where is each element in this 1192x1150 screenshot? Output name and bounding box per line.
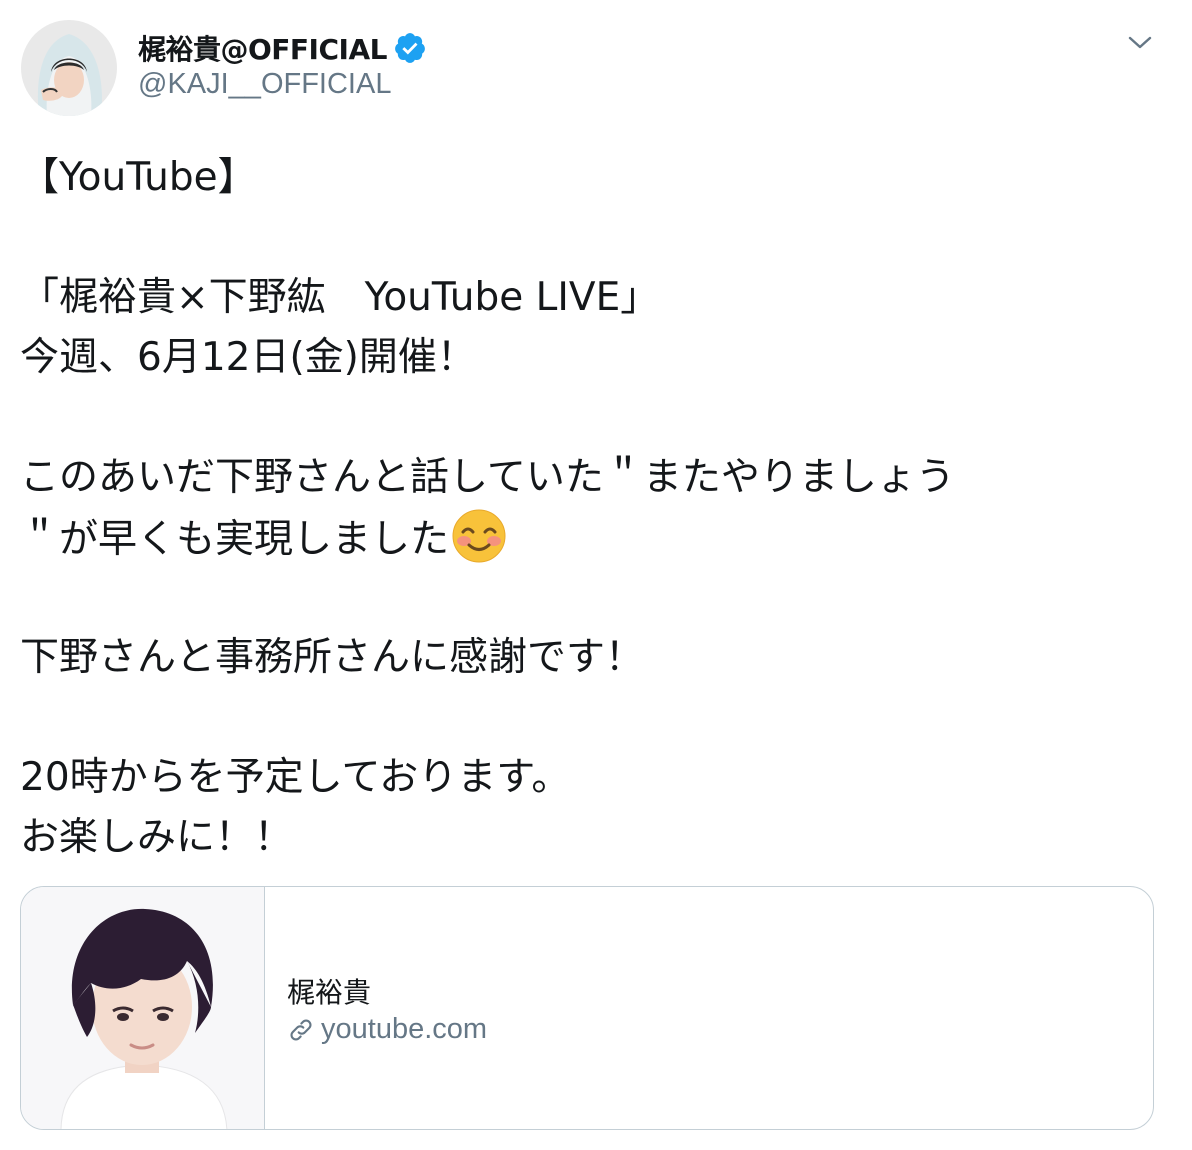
tweet-text: 【YouTube】 「梶裕貴×下野紘 YouTube LIVE」 今週、6月12… (20, 148, 1170, 868)
display-name[interactable]: 梶裕貴@OFFICIAL (138, 28, 387, 68)
tweet-line: 今週、6月12日(金)開催！ (20, 335, 476, 380)
tweet-line-text: ＂が早くも実現しました (20, 517, 450, 562)
card-thumbnail (21, 887, 265, 1129)
chevron-down-icon[interactable] (1124, 26, 1156, 58)
card-domain-row: youtube.com (287, 1013, 487, 1046)
tweet-line: お楽しみに！！ (20, 815, 294, 860)
tweet-line: 「梶裕貴×下野紘 YouTube LIVE」 (20, 275, 660, 320)
card-title[interactable]: 梶裕貴 (287, 971, 371, 1011)
author-name-row[interactable]: 梶裕貴@OFFICIAL (138, 28, 427, 68)
link-preview-card[interactable]: 梶裕貴 youtube.com (20, 886, 1154, 1130)
link-icon (287, 1016, 315, 1044)
avatar-image (21, 20, 117, 116)
author-handle[interactable]: @KAJI__OFFICIAL (138, 68, 391, 101)
tweet-line: このあいだ下野さんと話していた＂またやりましょう (20, 455, 955, 500)
tweet-line: 【YouTube】 (20, 155, 257, 200)
tweet-line: 20時からを予定しております。 (20, 755, 571, 800)
avatar[interactable] (21, 20, 117, 116)
tweet: 梶裕貴@OFFICIAL @KAJI__OFFICIAL 【YouTube】 「… (0, 0, 1192, 1150)
card-domain: youtube.com (321, 1013, 488, 1045)
smiling-face-emoji-icon (451, 508, 507, 564)
tweet-line: 下野さんと事務所さんに感謝です！ (20, 635, 645, 680)
tweet-line-with-emoji: ＂が早くも実現しました (20, 508, 1170, 568)
verified-badge-icon (393, 31, 427, 65)
